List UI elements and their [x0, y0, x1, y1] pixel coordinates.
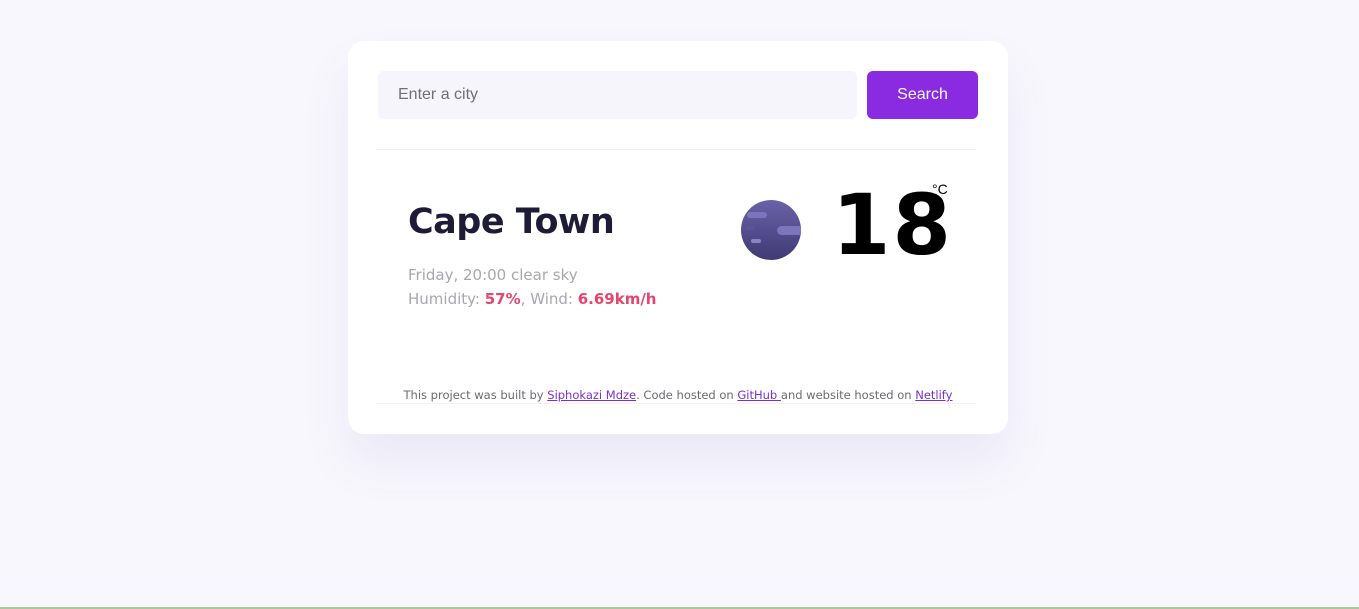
night-clear-icon [741, 200, 801, 260]
city-search-input[interactable] [378, 71, 857, 119]
temperature-unit: °C [932, 181, 948, 197]
date-time: Friday, 20:00 [408, 266, 507, 284]
weather-details: Friday, 20:00 clear sky Humidity: 57%, W… [408, 263, 657, 311]
footer-divider [376, 403, 976, 404]
wind-value: 6.69km/h [577, 290, 657, 308]
github-link[interactable]: GitHub [737, 388, 781, 402]
footer-text-built: This project was built by [403, 388, 548, 402]
author-link[interactable]: Siphokazi Mdze [547, 388, 636, 402]
search-button[interactable]: Search [867, 71, 978, 119]
footer-text-code: . Code hosted on [636, 388, 738, 402]
humidity-value: 57% [484, 290, 521, 308]
footer-text-hosted: and website hosted on [780, 388, 916, 402]
weather-description: clear sky [511, 266, 578, 284]
divider [376, 149, 976, 150]
humidity-wind-line: Humidity: 57%, Wind: 6.69km/h [408, 287, 657, 311]
humidity-label: Humidity: [408, 290, 485, 308]
weather-card: Search Cape Town Friday, 20:00 clear sky… [348, 41, 1008, 434]
wind-label: , Wind: [520, 290, 578, 308]
footer: This project was built by Siphokazi Mdze… [348, 388, 1008, 402]
search-form: Search [378, 71, 978, 119]
netlify-link[interactable]: Netlify [915, 388, 952, 402]
date-description-line: Friday, 20:00 clear sky [408, 263, 657, 287]
city-name: Cape Town [408, 202, 615, 242]
